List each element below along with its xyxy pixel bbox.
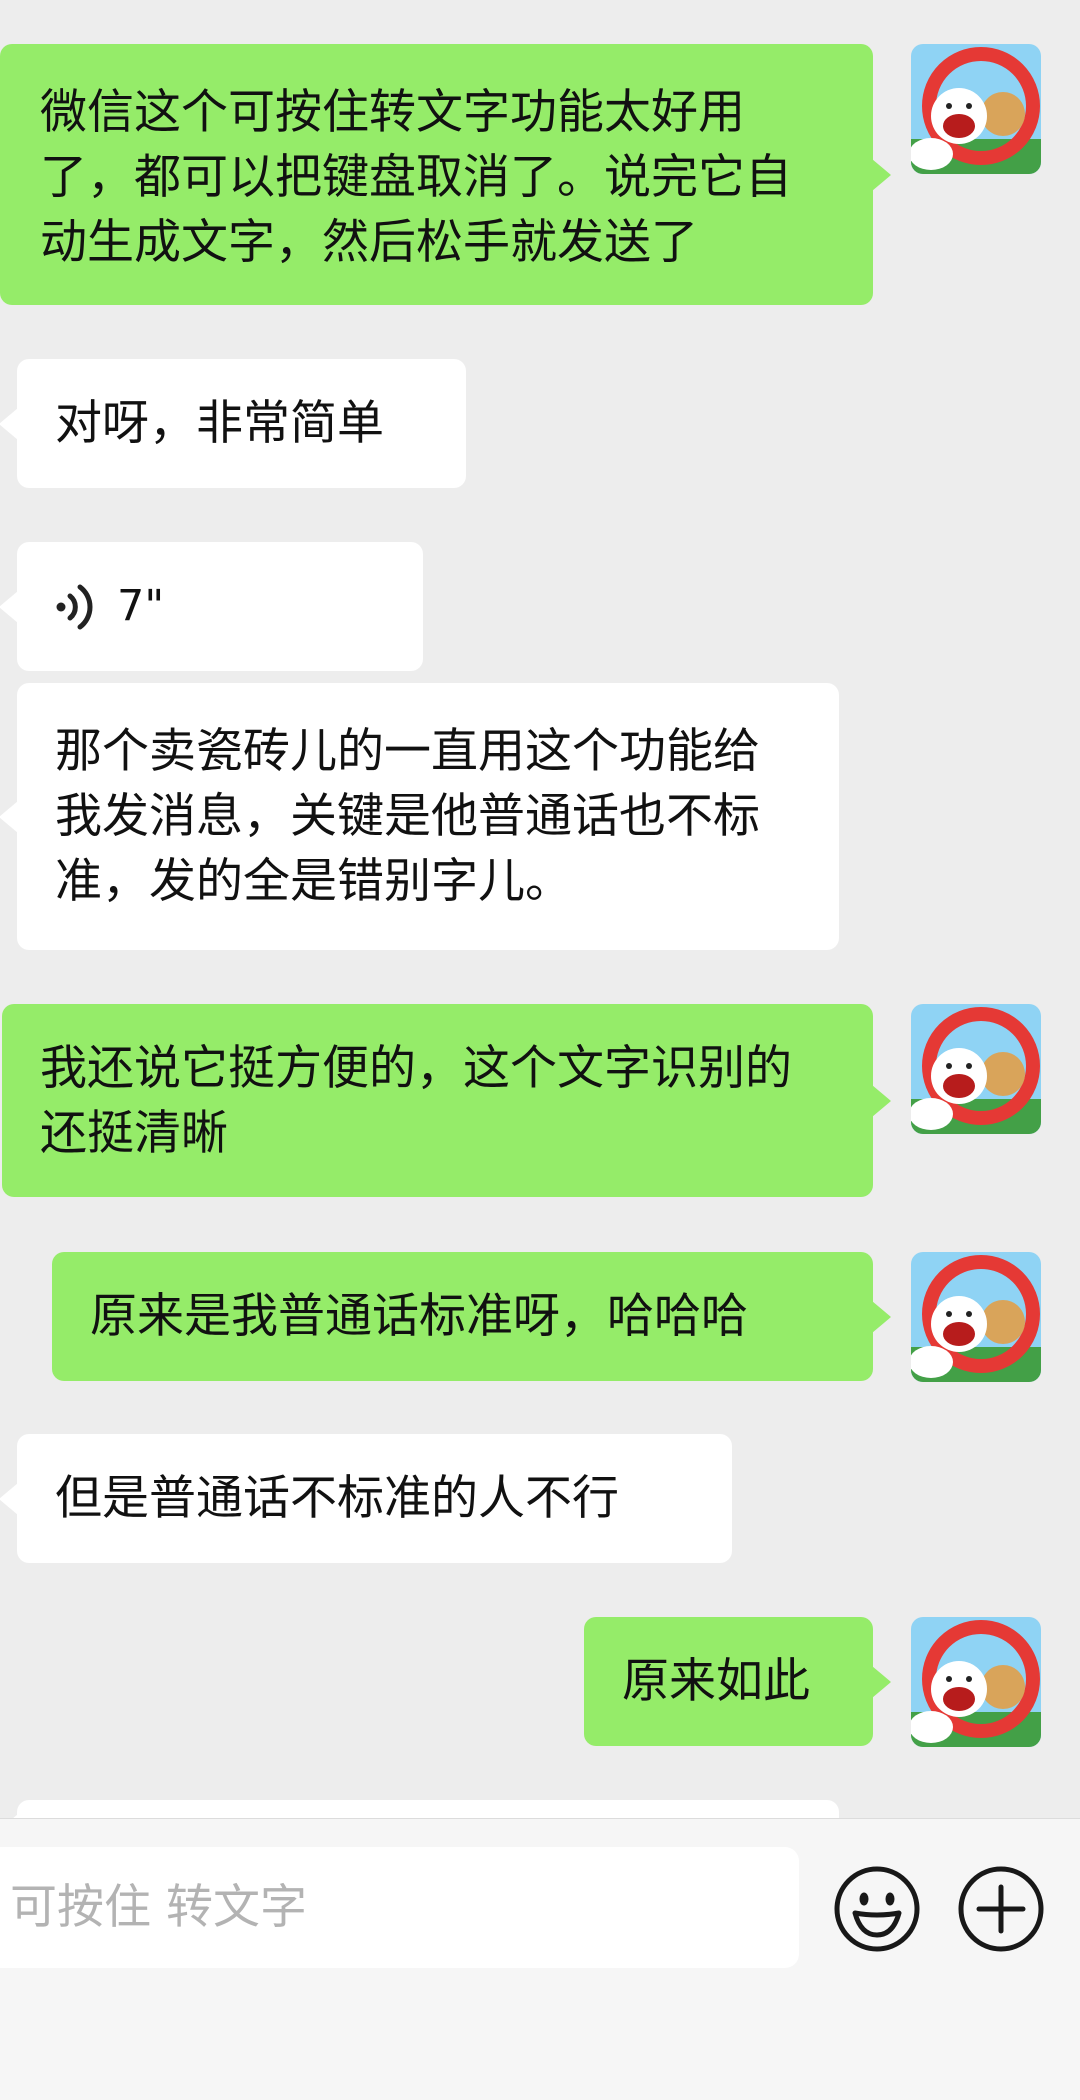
- avatar[interactable]: [911, 44, 1041, 174]
- chat-message-list[interactable]: 微信这个可按住转文字功能太好用了，都可以把键盘取消了。说完它自动生成文字，然后松…: [0, 0, 1080, 1818]
- message-text: 我还说它挺方便的，这个文字识别的还挺清晰: [40, 1041, 792, 1161]
- message-input-placeholder: 可按住 转文字: [10, 1880, 307, 1935]
- avatar[interactable]: [911, 1004, 1041, 1134]
- message-text: 微信这个可按住转文字功能太好用了，都可以把键盘取消了。说完它自动生成文字，然后松…: [40, 85, 792, 270]
- voice-wave-icon: [56, 584, 93, 629]
- avatar-image: [911, 1004, 1041, 1134]
- avatar-image: [911, 44, 1041, 174]
- voice-message-bubble[interactable]: 7": [0, 542, 423, 671]
- message-bubble-received[interactable]: [0, 1800, 839, 1818]
- message-text: 原来如此: [622, 1654, 810, 1709]
- message-bubble-sent[interactable]: 原来是我普通话标准呀，哈哈哈: [52, 1252, 891, 1381]
- avatar[interactable]: [911, 1252, 1041, 1382]
- emoji-button[interactable]: [831, 1863, 923, 1955]
- add-more-button[interactable]: [955, 1863, 1047, 1955]
- message-text: 但是普通话不标准的人不行: [55, 1471, 619, 1526]
- message-bubble-received[interactable]: 但是普通话不标准的人不行: [0, 1434, 732, 1563]
- avatar-image: [911, 1252, 1041, 1382]
- message-input[interactable]: 可按住 转文字: [0, 1847, 799, 1968]
- voice-duration: 7": [117, 581, 165, 631]
- message-text: 原来是我普通话标准呀，哈哈哈: [90, 1289, 748, 1344]
- message-bubble-received[interactable]: 那个卖瓷砖儿的一直用这个功能给我发消息，关键是他普通话也不标准，发的全是错别字儿…: [0, 683, 839, 950]
- emoji-icon: [834, 1866, 920, 1952]
- avatar[interactable]: [911, 1617, 1041, 1747]
- input-bar: 可按住 转文字: [0, 1818, 1080, 2100]
- message-text: 那个卖瓷砖儿的一直用这个功能给我发消息，关键是他普通话也不标准，发的全是错别字儿…: [55, 724, 760, 909]
- plus-icon: [958, 1866, 1044, 1952]
- avatar-image: [911, 1617, 1041, 1747]
- message-text: 对呀，非常简单: [55, 396, 384, 451]
- message-bubble-received[interactable]: 对呀，非常简单: [0, 359, 466, 488]
- message-bubble-sent[interactable]: 原来如此: [584, 1617, 891, 1746]
- message-bubble-sent[interactable]: 我还说它挺方便的，这个文字识别的还挺清晰: [2, 1004, 891, 1197]
- message-bubble-sent[interactable]: 微信这个可按住转文字功能太好用了，都可以把键盘取消了。说完它自动生成文字，然后松…: [0, 44, 891, 305]
